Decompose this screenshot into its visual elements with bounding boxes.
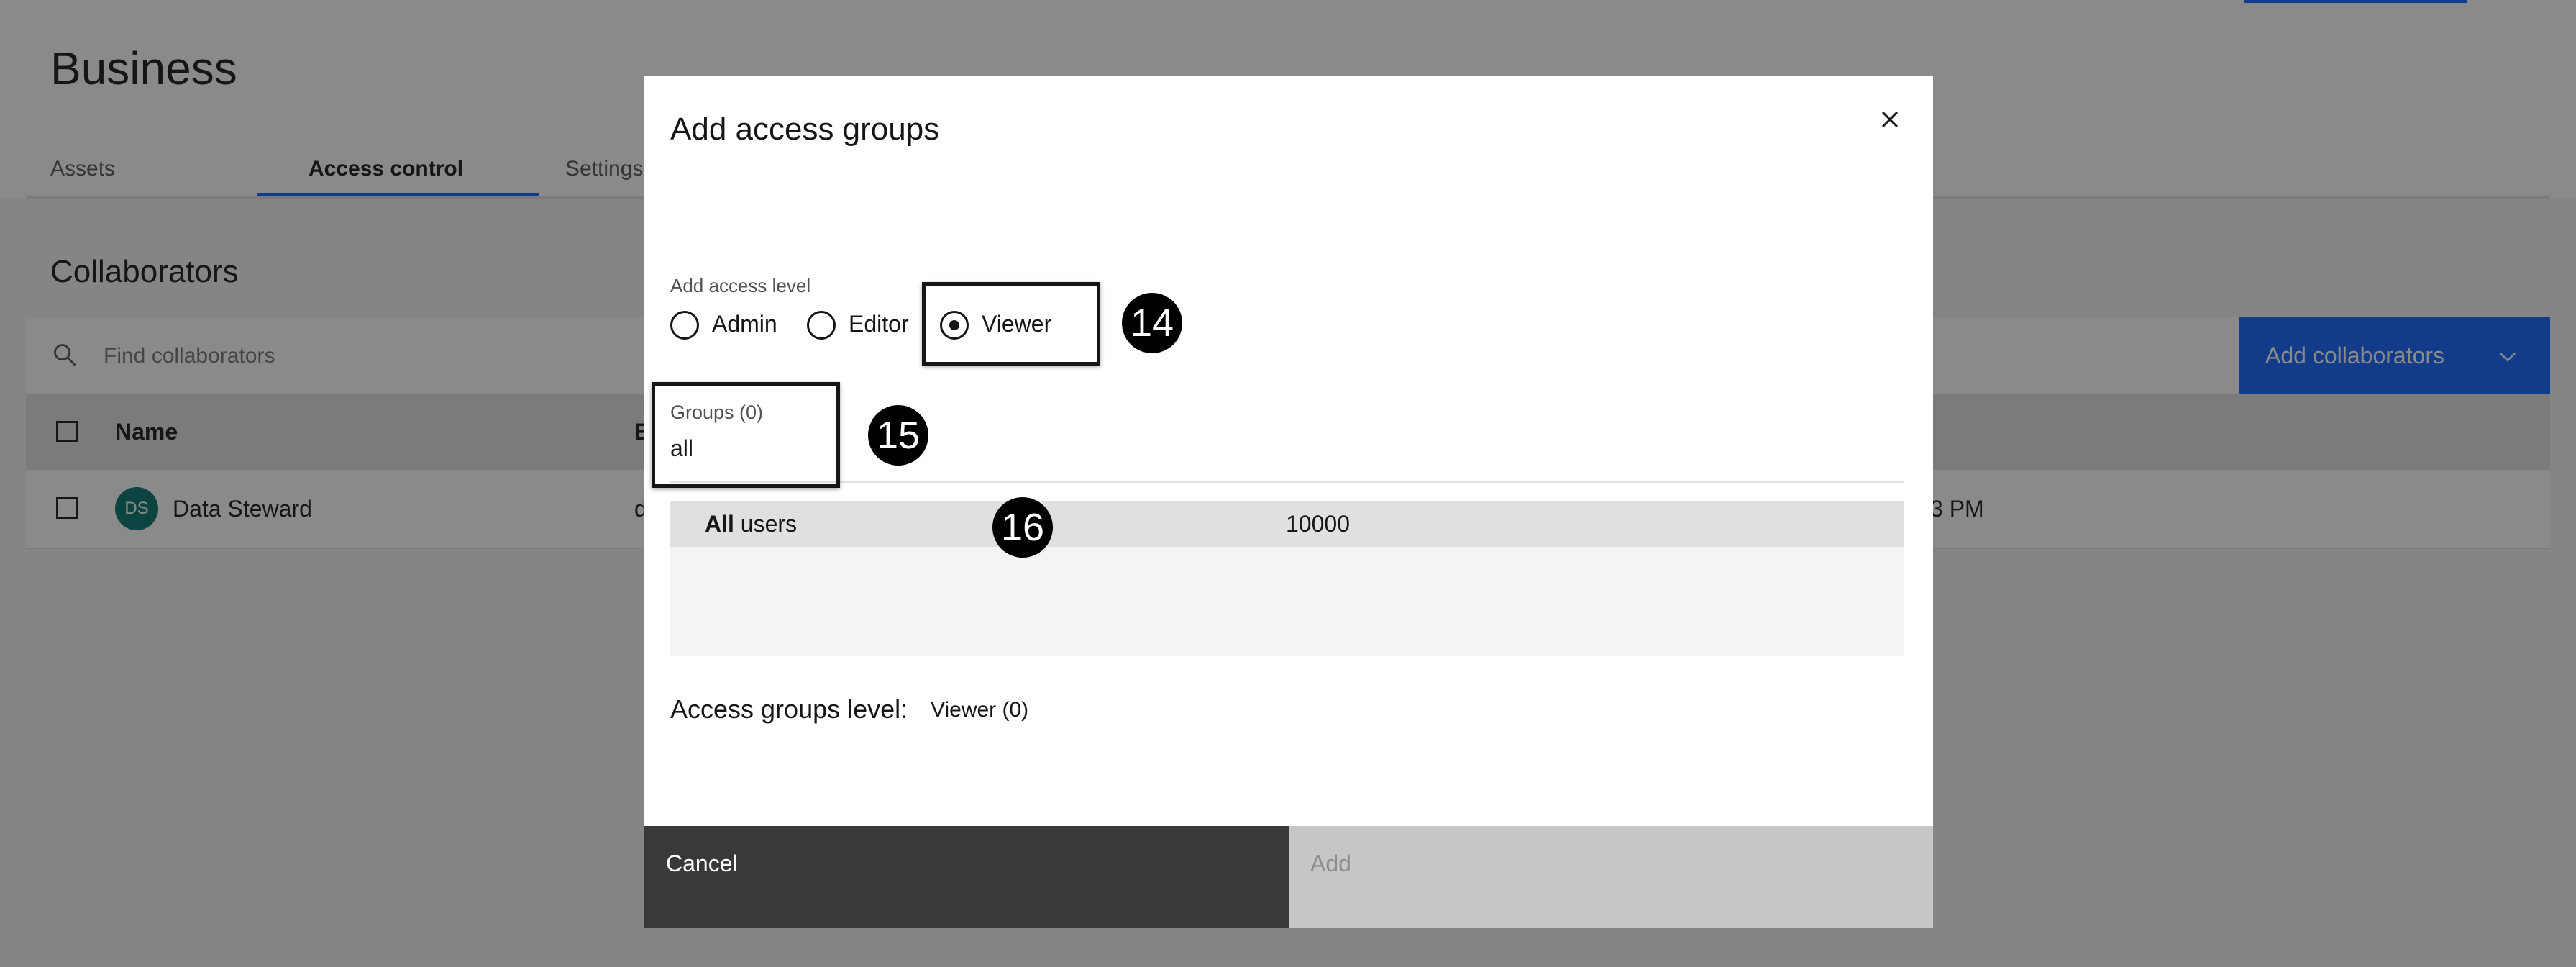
result-name-bold: All — [705, 511, 734, 537]
radio-editor-circle[interactable] — [807, 311, 836, 340]
result-user-count: 10000 — [1286, 511, 1350, 537]
callout-badge-14: 14 — [1122, 293, 1182, 353]
cancel-button[interactable]: Cancel — [644, 826, 1289, 928]
modal-title: Add access groups — [670, 112, 940, 147]
callout-badge-15: 15 — [868, 405, 928, 466]
radio-admin-circle[interactable] — [670, 311, 699, 340]
radio-editor-label[interactable]: Editor — [849, 304, 909, 344]
list-item[interactable]: All users 10000 — [670, 501, 1904, 547]
groups-input-underline — [670, 481, 1904, 483]
modal-footer: Cancel Add — [644, 826, 1933, 928]
groups-results-list: All users 10000 — [670, 501, 1904, 656]
access-groups-level-value: Viewer (0) — [931, 698, 1029, 722]
access-level-label: Add access level — [670, 275, 811, 296]
result-name: All users — [705, 501, 797, 547]
result-name-rest: users — [734, 511, 798, 537]
close-icon[interactable] — [1873, 102, 1907, 137]
cancel-button-label: Cancel — [666, 850, 738, 876]
callout-box-viewer — [922, 282, 1100, 366]
callout-box-groups — [652, 382, 840, 488]
add-button-label: Add — [1310, 850, 1351, 876]
access-groups-level-label: Access groups level: — [670, 694, 908, 724]
add-access-groups-modal: Add access groups Add access level Admin… — [644, 76, 1933, 928]
callout-badge-16: 16 — [992, 497, 1053, 558]
radio-admin-label[interactable]: Admin — [712, 304, 777, 344]
add-button[interactable]: Add — [1289, 826, 1933, 928]
